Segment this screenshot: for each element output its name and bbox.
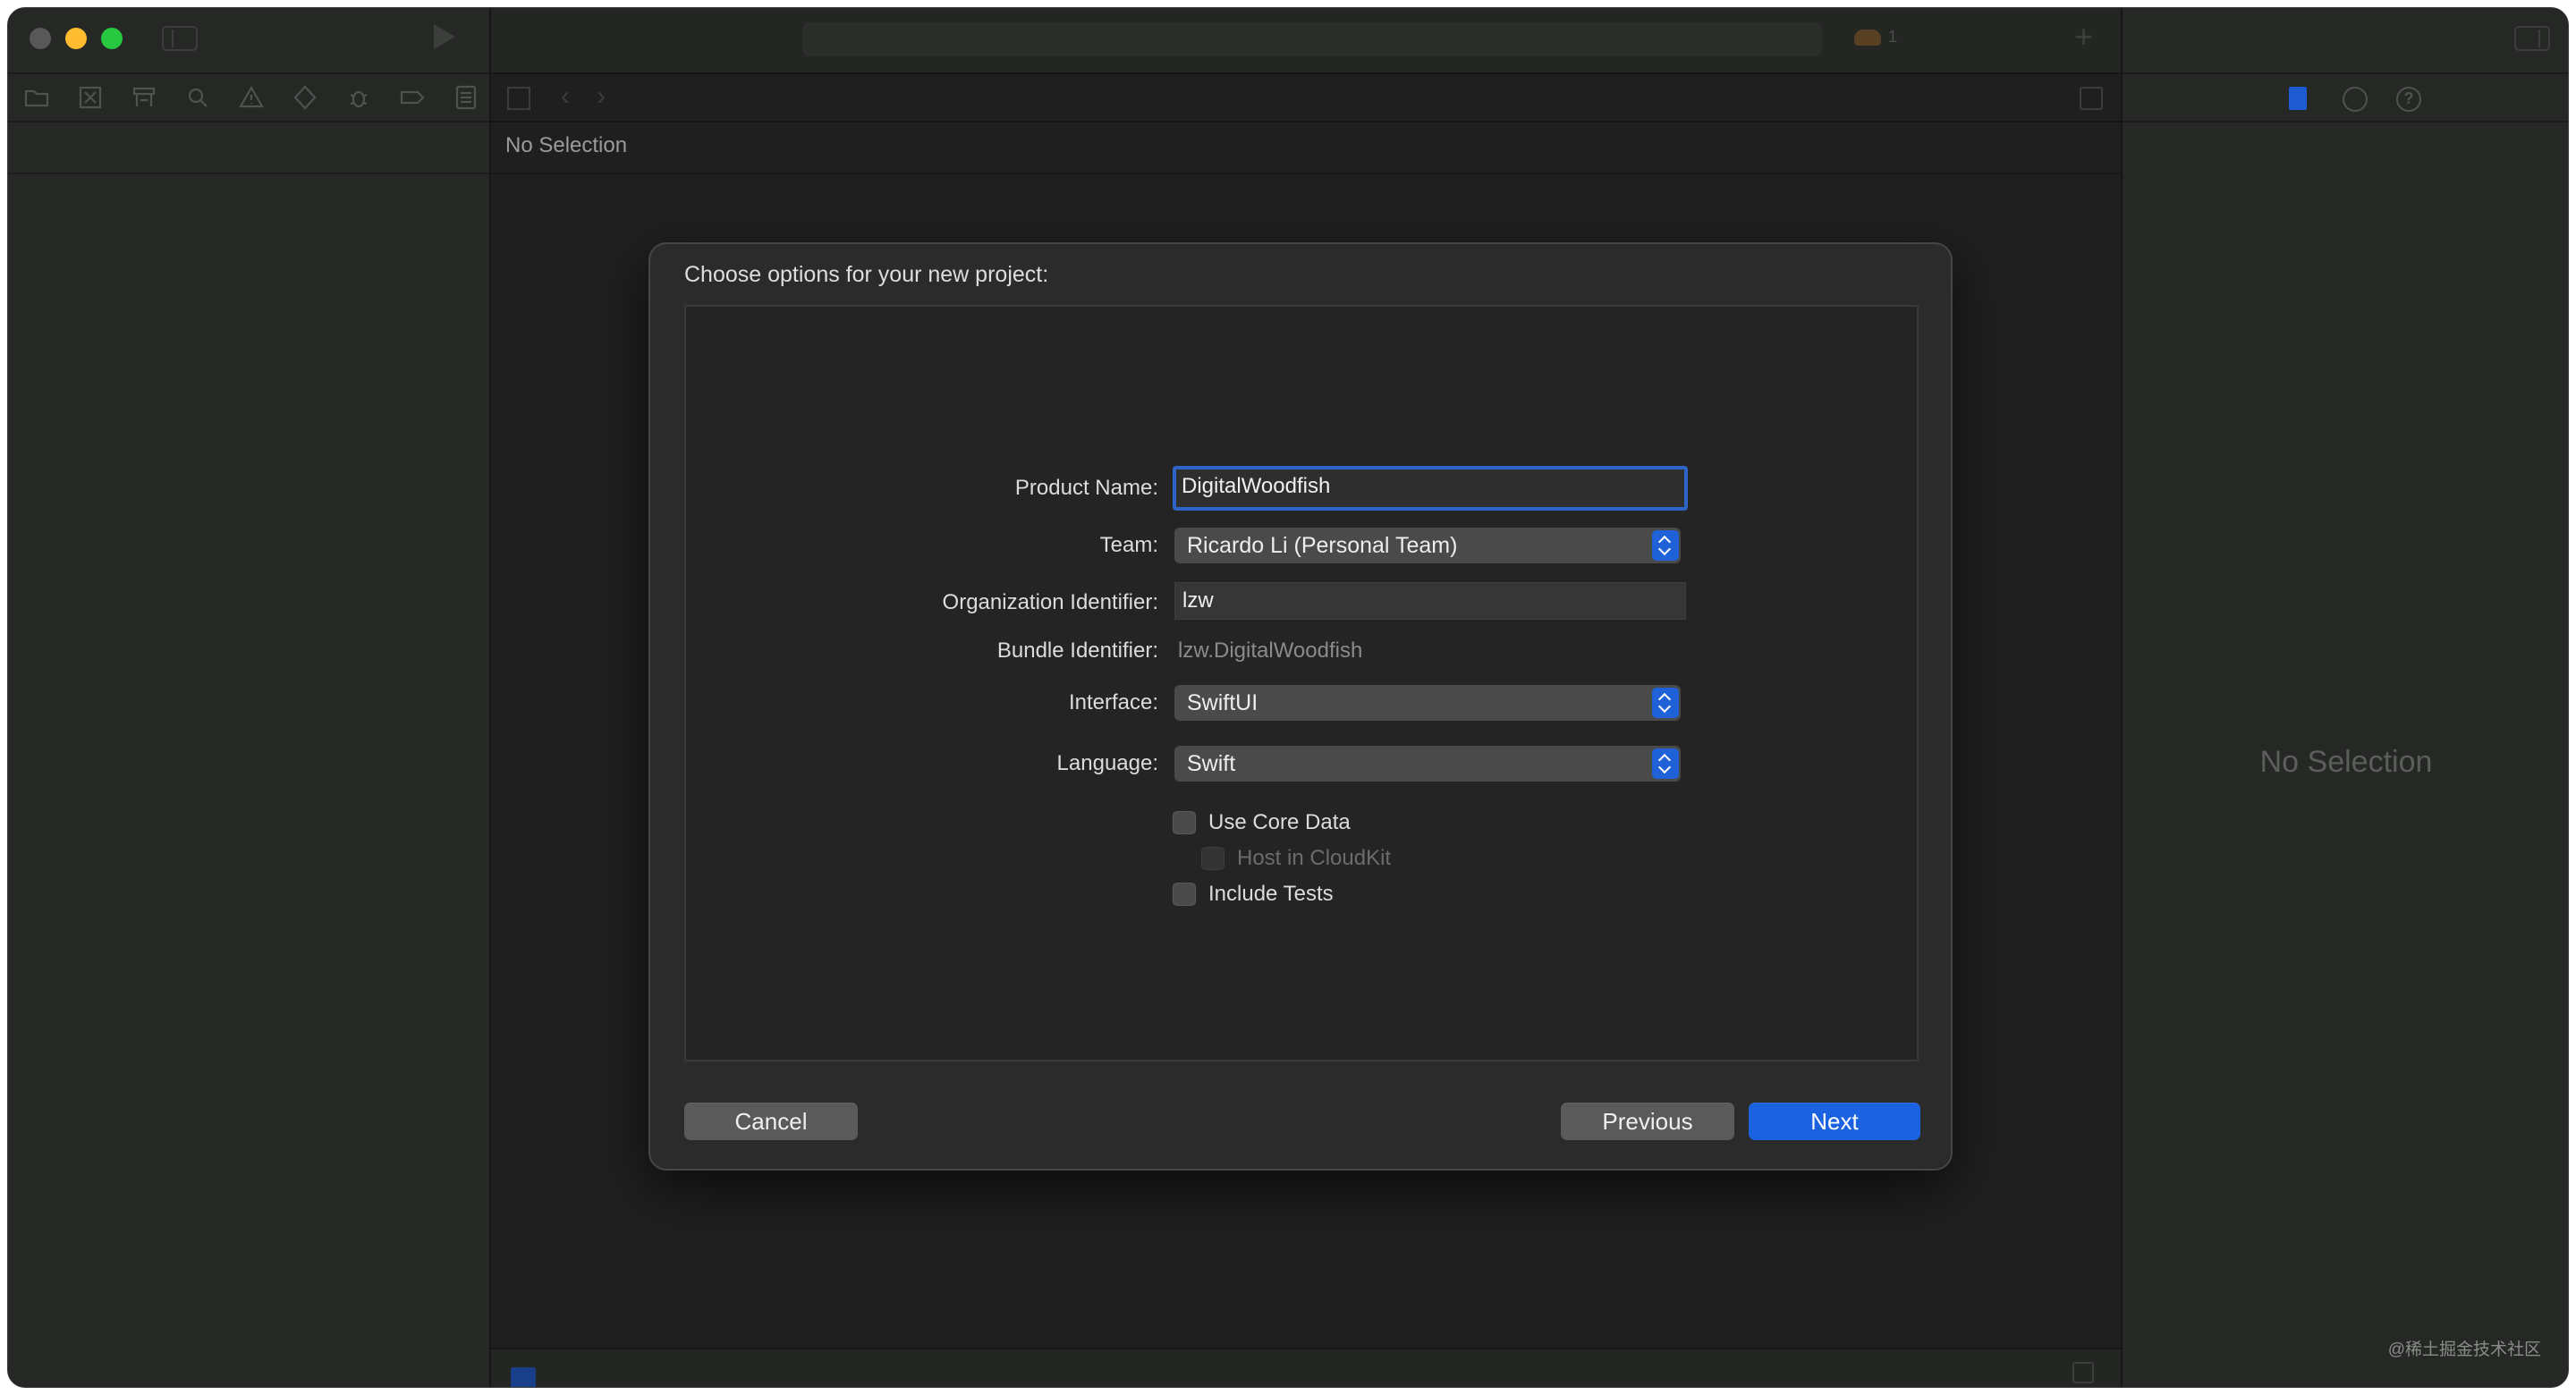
chevron-left-icon[interactable]: ‹ xyxy=(561,83,570,110)
watermark: @稀土掘金技术社区 xyxy=(2387,1340,2541,1359)
interface-value: SwiftUI xyxy=(1187,690,1258,715)
team-popup[interactable]: Ricardo Li (Personal Team) xyxy=(1174,528,1681,563)
options-panel: Product Name: DigitalWoodfish Team: Rica… xyxy=(684,305,1919,1061)
org-identifier-input[interactable]: lzw xyxy=(1174,582,1686,620)
run-icon[interactable] xyxy=(434,24,455,49)
grid-icon[interactable] xyxy=(507,87,530,110)
popup-chevrons-icon xyxy=(1652,748,1679,779)
include-tests-label: Include Tests xyxy=(1208,882,1334,906)
jump-bar: ‹ › xyxy=(491,72,2121,123)
language-popup[interactable]: Swift xyxy=(1174,746,1681,782)
team-value: Ricardo Li (Personal Team) xyxy=(1187,533,1458,558)
issue-indicator[interactable]: 1 xyxy=(1854,28,1897,46)
team-label: Team: xyxy=(1099,533,1158,557)
include-tests-checkbox[interactable] xyxy=(1173,883,1196,906)
use-core-data-label: Use Core Data xyxy=(1208,810,1351,834)
close-window-button[interactable] xyxy=(30,28,51,49)
language-label: Language: xyxy=(1056,751,1158,775)
new-project-dialog: Choose options for your new project: Pro… xyxy=(648,242,1953,1171)
bundle-identifier-row: Bundle Identifier: lzw.DigitalWoodfish xyxy=(686,629,1917,673)
interface-popup[interactable]: SwiftUI xyxy=(1174,685,1681,721)
source-control-icon[interactable] xyxy=(76,83,105,112)
debug-bar xyxy=(491,1348,2121,1387)
cancel-button[interactable]: Cancel xyxy=(684,1103,858,1140)
product-name-row: Product Name: DigitalWoodfish xyxy=(686,466,1917,511)
interface-row: Interface: SwiftUI xyxy=(686,681,1917,725)
symbol-icon[interactable] xyxy=(130,83,158,112)
warning-icon[interactable] xyxy=(237,83,266,112)
navigator-pane xyxy=(8,8,491,1387)
navigator-tab-bar xyxy=(8,72,489,123)
host-in-cloudkit-checkbox xyxy=(1201,847,1224,870)
interface-label: Interface: xyxy=(1068,690,1158,714)
file-icon[interactable] xyxy=(2289,87,2314,112)
panel-toggle-icon[interactable] xyxy=(2072,1362,2094,1383)
debug-icon[interactable] xyxy=(344,83,373,112)
team-row: Team: Ricardo Li (Personal Team) xyxy=(686,523,1917,568)
cloud-icon xyxy=(1854,29,1881,46)
product-name-label: Product Name: xyxy=(1014,476,1158,500)
inspector-pane: ? No Selection @稀土掘金技术社区 xyxy=(2121,8,2568,1387)
language-row: Language: Swift xyxy=(686,741,1917,786)
search-icon[interactable] xyxy=(183,83,212,112)
use-core-data-option[interactable]: Use Core Data xyxy=(1173,807,1351,838)
help-icon[interactable]: ? xyxy=(2396,87,2421,112)
debug-area-icon[interactable] xyxy=(511,1367,536,1387)
issue-count: 1 xyxy=(1888,28,1898,46)
language-value: Swift xyxy=(1187,751,1236,776)
xcode-window: 1 + ‹ › No Selection ? No Selection @稀土掘… xyxy=(7,7,2569,1388)
use-core-data-checkbox[interactable] xyxy=(1173,811,1196,834)
editor-no-selection: No Selection xyxy=(491,123,2121,174)
minimize-window-button[interactable] xyxy=(65,28,87,49)
chevron-right-icon[interactable]: › xyxy=(597,83,606,110)
folder-icon[interactable] xyxy=(22,83,51,112)
popup-chevrons-icon xyxy=(1652,688,1679,718)
sidebar-toggle-icon[interactable] xyxy=(162,26,198,51)
inspector-toggle-icon[interactable] xyxy=(2514,26,2550,51)
popup-chevrons-icon xyxy=(1652,530,1679,561)
bundle-identifier-label: Bundle Identifier: xyxy=(996,638,1158,663)
org-identifier-row: Organization Identifier: lzw xyxy=(686,580,1917,625)
report-icon[interactable] xyxy=(452,83,480,112)
zoom-window-button[interactable] xyxy=(101,28,123,49)
previous-button[interactable]: Previous xyxy=(1561,1103,1734,1140)
toolbar: 1 + xyxy=(434,8,2121,72)
activity-viewer xyxy=(802,22,1822,56)
test-icon[interactable] xyxy=(291,83,319,112)
navigator-header xyxy=(8,123,489,174)
breakpoint-icon[interactable] xyxy=(398,83,427,112)
include-tests-option[interactable]: Include Tests xyxy=(1173,879,1334,909)
window-controls xyxy=(30,28,123,49)
host-in-cloudkit-option: Host in CloudKit xyxy=(1201,843,1391,874)
bundle-identifier-value: lzw.DigitalWoodfish xyxy=(1178,638,1363,663)
inspector-tab-bar: ? xyxy=(2123,72,2568,123)
product-name-input[interactable]: DigitalWoodfish xyxy=(1173,466,1688,511)
editor-options-icon[interactable] xyxy=(2080,87,2103,110)
history-icon[interactable] xyxy=(2343,87,2368,112)
host-in-cloudkit-label: Host in CloudKit xyxy=(1237,846,1392,870)
dialog-title: Choose options for your new project: xyxy=(684,262,1049,287)
inspector-no-selection: No Selection xyxy=(2259,745,2433,779)
next-button[interactable]: Next xyxy=(1749,1103,1920,1140)
add-icon[interactable]: + xyxy=(2074,21,2093,53)
org-identifier-label: Organization Identifier: xyxy=(942,590,1158,614)
